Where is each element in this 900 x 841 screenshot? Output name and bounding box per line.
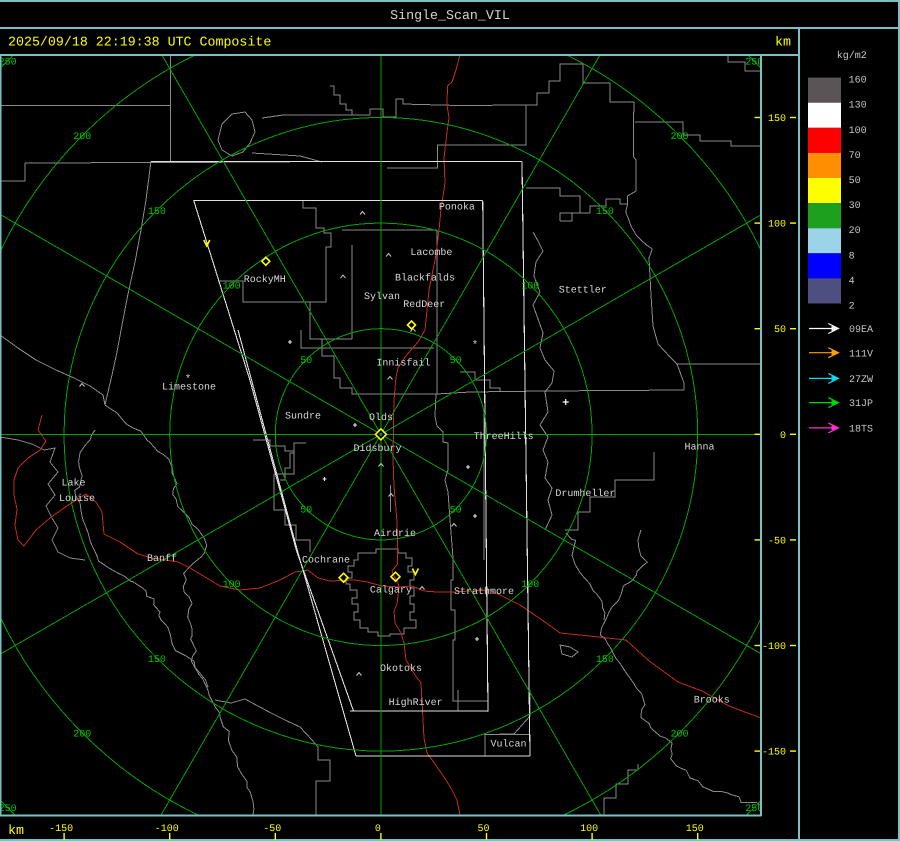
svg-text:150: 150 <box>768 114 786 125</box>
svg-text:km: km <box>8 823 24 838</box>
svg-text:HighRiver: HighRiver <box>389 697 443 709</box>
svg-text:Drumheller: Drumheller <box>555 488 615 500</box>
svg-text:ThreeHills: ThreeHills <box>474 431 534 443</box>
svg-text:kg/m2: kg/m2 <box>837 50 867 62</box>
svg-text:31JP: 31JP <box>849 399 873 410</box>
svg-text:Louise: Louise <box>59 493 95 505</box>
svg-text:Cochrane: Cochrane <box>302 555 350 567</box>
svg-text:-100: -100 <box>155 824 179 835</box>
svg-text:200: 200 <box>670 132 688 143</box>
svg-text:Banff: Banff <box>147 553 177 565</box>
svg-text:2: 2 <box>849 302 855 313</box>
svg-text:100: 100 <box>521 580 539 591</box>
svg-text:Olds: Olds <box>369 412 393 424</box>
svg-text:Single_Scan_VIL: Single_Scan_VIL <box>390 8 510 23</box>
svg-text:50: 50 <box>450 356 462 367</box>
svg-text:Airdrie: Airdrie <box>374 528 416 540</box>
svg-text:50: 50 <box>300 506 312 517</box>
svg-text:150: 150 <box>596 207 614 218</box>
svg-text:Didsbury: Didsbury <box>353 443 401 455</box>
svg-text:130: 130 <box>849 101 867 112</box>
svg-text:0: 0 <box>780 431 786 442</box>
svg-text:Lacombe: Lacombe <box>410 247 452 259</box>
svg-text:27ZW: 27ZW <box>849 375 873 386</box>
svg-text:100: 100 <box>849 126 867 137</box>
svg-text:Hanna: Hanna <box>684 443 714 454</box>
svg-text:Vulcan: Vulcan <box>490 739 526 751</box>
svg-text:-50: -50 <box>768 536 786 547</box>
svg-text:Sylvan: Sylvan <box>364 291 400 303</box>
svg-text:250: 250 <box>0 804 17 815</box>
svg-text:*: * <box>185 374 192 386</box>
svg-text:70: 70 <box>849 151 861 162</box>
svg-text:Brooks: Brooks <box>694 695 730 707</box>
svg-text:100: 100 <box>223 282 241 293</box>
svg-text:111V: 111V <box>849 349 873 360</box>
svg-text:250: 250 <box>0 58 17 69</box>
svg-text:Stettler: Stettler <box>559 284 607 296</box>
svg-text:200: 200 <box>73 132 91 143</box>
svg-text:50: 50 <box>300 356 312 367</box>
svg-text:200: 200 <box>73 729 91 740</box>
svg-text:-50: -50 <box>263 824 281 835</box>
svg-text:Okotoks: Okotoks <box>380 663 422 675</box>
svg-text:50: 50 <box>849 176 861 187</box>
svg-text:100: 100 <box>521 282 539 293</box>
svg-text:150: 150 <box>148 207 166 218</box>
svg-text:4: 4 <box>849 276 855 287</box>
svg-text:-100: -100 <box>762 642 786 653</box>
svg-text:18TS: 18TS <box>849 425 873 436</box>
svg-text:200: 200 <box>670 729 688 740</box>
svg-text:100: 100 <box>768 220 786 231</box>
svg-text:Innisfail: Innisfail <box>376 358 430 370</box>
svg-text:Sundre: Sundre <box>285 411 321 423</box>
svg-text:20: 20 <box>849 226 861 237</box>
svg-text:100: 100 <box>223 580 241 591</box>
svg-text:150: 150 <box>686 824 704 835</box>
svg-text:2025/09/18 22:19:38 UTC Compos: 2025/09/18 22:19:38 UTC Composite <box>8 35 271 50</box>
svg-text:*: * <box>472 340 479 352</box>
svg-text:RedDeer: RedDeer <box>403 299 445 311</box>
svg-text:Calgary: Calgary <box>370 585 412 597</box>
svg-text:150: 150 <box>148 655 166 666</box>
svg-text:150: 150 <box>596 655 614 666</box>
svg-text:100: 100 <box>580 824 598 835</box>
svg-text:-150: -150 <box>762 748 786 759</box>
svg-text:50: 50 <box>450 506 462 517</box>
svg-text:-150: -150 <box>49 824 73 835</box>
svg-text:0: 0 <box>375 824 381 835</box>
svg-text:Strathmore: Strathmore <box>454 586 514 598</box>
svg-text:30: 30 <box>849 201 861 212</box>
svg-text:Blackfalds: Blackfalds <box>395 272 455 284</box>
svg-text:160: 160 <box>849 76 867 87</box>
svg-text:09EA: 09EA <box>849 325 873 336</box>
svg-text:50: 50 <box>774 325 786 336</box>
svg-text:km: km <box>775 35 791 50</box>
svg-text:Lake: Lake <box>61 478 85 490</box>
svg-text:8: 8 <box>849 251 855 262</box>
svg-text:50: 50 <box>477 824 489 835</box>
svg-text:RockyMH: RockyMH <box>244 274 286 286</box>
svg-text:Ponoka: Ponoka <box>439 202 475 214</box>
